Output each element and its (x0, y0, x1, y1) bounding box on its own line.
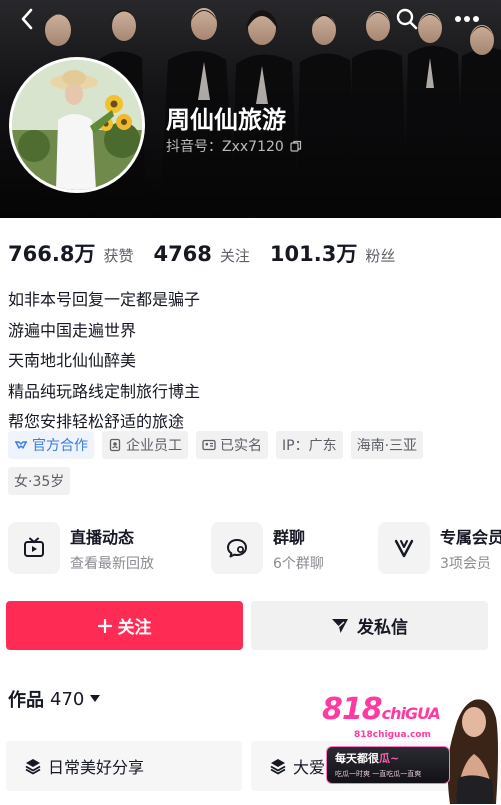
tag-verified[interactable]: 已实名 (196, 431, 268, 459)
collection-label: 日常美好分享 (48, 758, 145, 777)
feature-title: 直播动态 (70, 527, 135, 547)
tag-gender-age: 女·35岁 (8, 467, 71, 495)
feature-text: 直播动态 查看最新回放 (70, 524, 154, 573)
stat-following[interactable]: 4768 关注 (153, 242, 249, 266)
send-icon (332, 618, 348, 633)
feature-cards: 直播动态 查看最新回放 群聊 6个群聊 专属会员 3项会员 (8, 518, 501, 578)
feature-title: 群聊 (273, 527, 306, 547)
feature-icon-box (8, 522, 60, 574)
promo-slogan-b: 瓜~ (379, 752, 400, 765)
promo-subtext: 吃瓜一时爽 一直吃瓜一直爽 (335, 770, 422, 778)
follow-label: 关注 (117, 618, 152, 638)
stat-value: 766.8万 (8, 242, 96, 266)
profile-name: 周仙仙旅游 (166, 106, 286, 134)
feature-text: 专属会员 3项会员 (440, 524, 501, 573)
layers-icon (25, 759, 41, 775)
douyin-id-text: 抖音号：Zxx7120 (166, 139, 284, 155)
tag-official-partner[interactable]: 官方合作 (8, 431, 94, 459)
back-button[interactable] (12, 4, 42, 34)
promo-slogan-a: 每天都很 (335, 752, 379, 765)
feature-live[interactable]: 直播动态 查看最新回放 (8, 518, 154, 578)
search-icon (396, 8, 418, 30)
feature-subtitle: 6个群聊 (273, 555, 324, 572)
v-badge-icon (394, 539, 414, 558)
stat-likes[interactable]: 766.8万 获赞 (8, 238, 133, 268)
tag-row: 官方合作 企业员工 已实名 IP：广东 海南·三亚 (8, 431, 424, 459)
copy-icon[interactable] (290, 140, 302, 152)
tv-icon (24, 537, 44, 557)
tag-label: 已实名 (220, 438, 262, 454)
promo-site: 818chigua.com (354, 730, 431, 740)
feature-text: 群聊 6个群聊 (273, 524, 324, 573)
stat-value: 4768 (153, 242, 212, 266)
caret-down-icon (90, 695, 101, 702)
feature-icon-box (211, 522, 263, 574)
tag-label: 海南·三亚 (356, 438, 418, 454)
tag-label: 企业员工 (126, 438, 182, 454)
profile-banner: 周仙仙旅游 抖音号：Zxx7120 (0, 0, 501, 218)
tag-ip: IP：广东 (276, 431, 343, 459)
message-label: 发私信 (357, 618, 408, 638)
avatar[interactable] (9, 57, 145, 193)
stat-label: 粉丝 (365, 247, 396, 265)
more-dots-icon (455, 16, 479, 22)
handshake-icon (15, 441, 27, 449)
badge-icon (109, 438, 121, 452)
avatar-photo (12, 60, 142, 190)
back-arrow-icon (21, 8, 33, 30)
collection-item[interactable]: 日常美好分享 (6, 741, 242, 791)
more-button[interactable] (452, 4, 482, 34)
plus-icon (97, 618, 112, 633)
bio-line: 天南地北仙仙醉美 (8, 351, 137, 370)
stat-label: 关注 (219, 247, 250, 265)
search-button[interactable] (392, 4, 422, 34)
feature-group-chat[interactable]: 群聊 6个群聊 (211, 518, 324, 578)
feature-icon-box (378, 522, 430, 574)
works-tab[interactable]: 作品 470 (8, 686, 101, 712)
feature-membership[interactable]: 专属会员 3项会员 (378, 518, 501, 578)
tag-row: 女·35岁 (8, 467, 71, 495)
message-button[interactable]: 发私信 (251, 601, 488, 650)
douyin-id-row[interactable]: 抖音号：Zxx7120 (166, 136, 302, 156)
tag-label: 女·35岁 (14, 474, 65, 490)
bio-line: 精品纯玩路线定制旅行博主 (8, 381, 201, 401)
promo-logo: 818chiGUA (322, 692, 441, 727)
promo-logo-tail: chiGUA (381, 704, 441, 723)
stat-followers[interactable]: 101.3万 粉丝 (270, 238, 395, 268)
bio-line: 游遍中国走遍世界 (8, 320, 137, 340)
feature-title: 专属会员 (440, 527, 501, 547)
tag-location[interactable]: 海南·三亚 (350, 431, 424, 459)
stat-value: 101.3万 (269, 242, 358, 266)
works-count: 470 (50, 688, 85, 710)
chat-bubble-icon (227, 539, 247, 558)
tag-employee[interactable]: 企业员工 (102, 431, 188, 459)
bio-line: 如非本号回复一定都是骗子 (8, 290, 201, 309)
tag-label: 官方合作 (32, 438, 88, 454)
promo-logo-number: 818 (322, 692, 383, 727)
promo-watermark: 818chiGUA 818chigua.com 每天都很瓜~ 吃瓜一时爽 一直吃… (318, 690, 501, 805)
profile-bio: 如非本号回复一定都是骗子 游遍中国走遍世界 天南地北仙仙醉美 精品纯玩路线定制旅… (8, 285, 200, 438)
follow-button[interactable]: 关注 (6, 601, 243, 650)
stat-label: 获赞 (103, 247, 134, 265)
feature-subtitle: 3项会员 (440, 555, 491, 572)
promo-banner: 每天都很瓜~ 吃瓜一时爽 一直吃瓜一直爽 (326, 746, 450, 784)
layers-icon (270, 759, 286, 775)
tag-label: IP：广东 (282, 438, 337, 454)
profile-stats: 766.8万 获赞 4768 关注 101.3万 粉丝 (8, 238, 415, 268)
promo-slogan: 每天都很瓜~ (335, 750, 399, 766)
feature-subtitle: 查看最新回放 (70, 555, 154, 572)
id-card-icon (202, 439, 216, 451)
works-label: 作品 (8, 690, 44, 711)
